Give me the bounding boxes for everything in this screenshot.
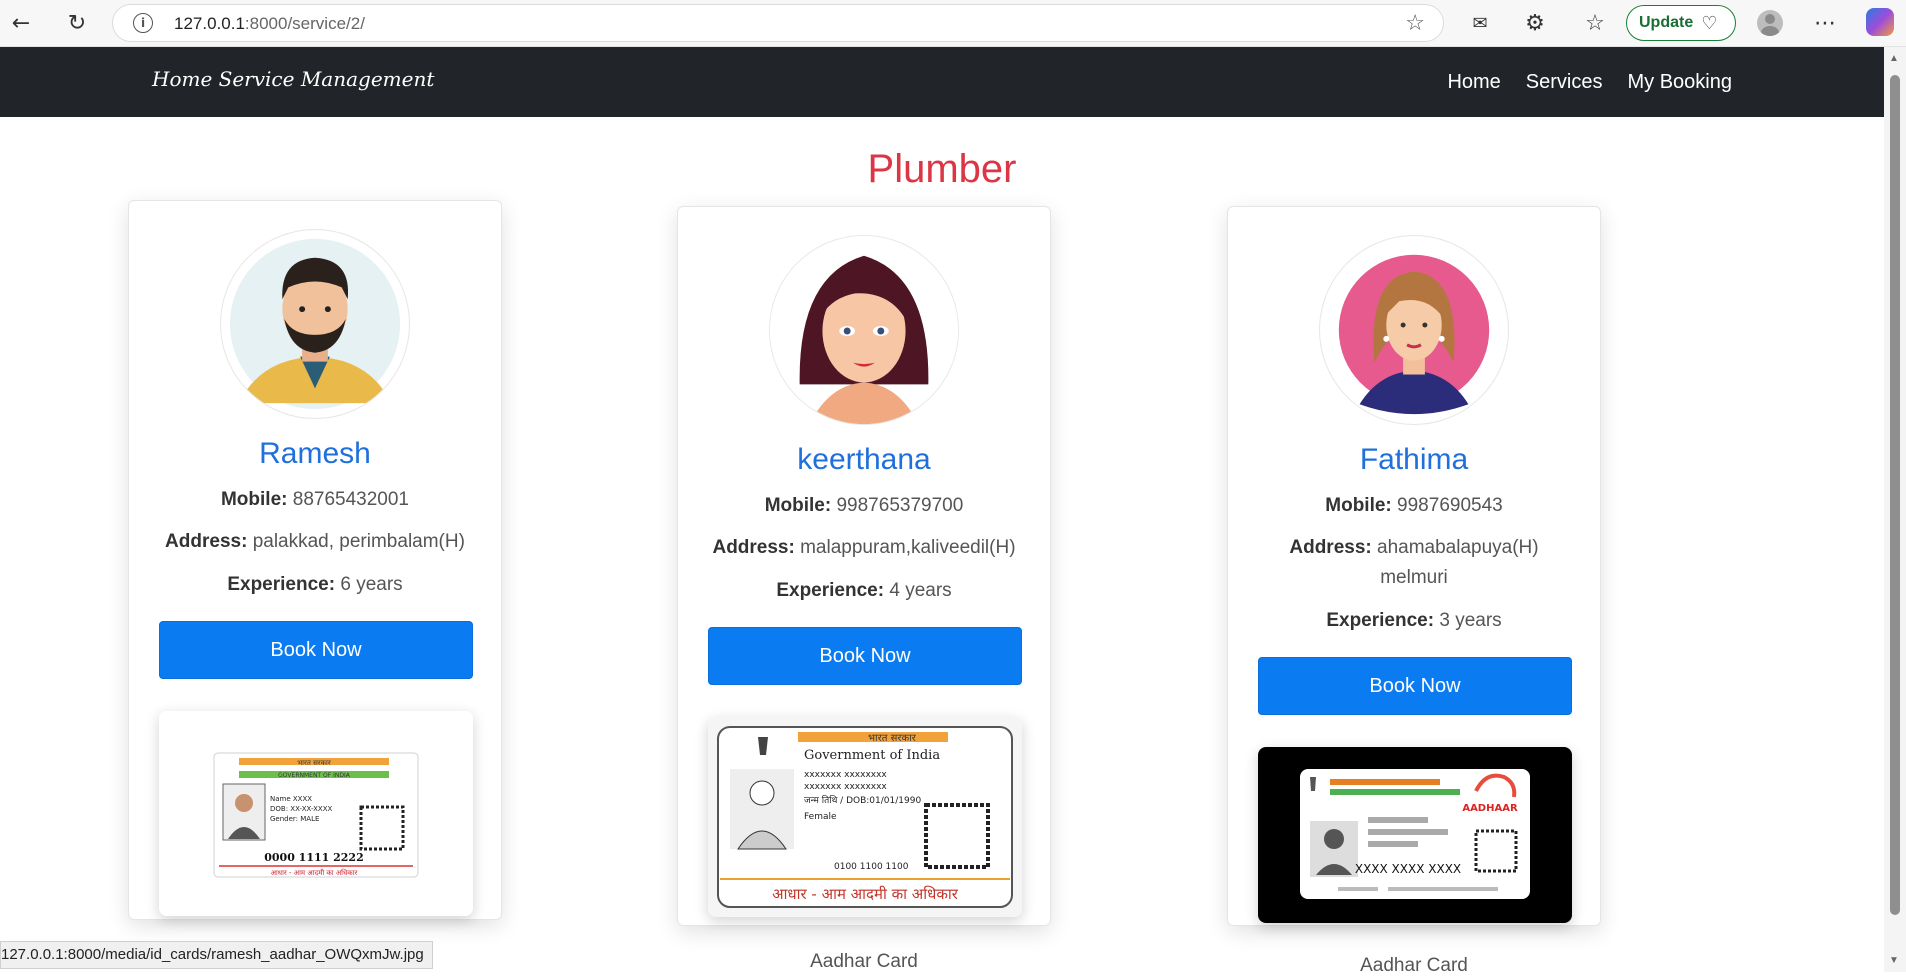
heart-icon: ♡ — [1701, 12, 1718, 34]
page-title: Plumber — [867, 147, 1017, 191]
provider-name: Ramesh — [259, 437, 371, 470]
id-line-1: xxxxxxx xxxxxxxx — [804, 770, 887, 780]
id-line-2: xxxxxxx xxxxxxxx — [804, 782, 887, 792]
id-dob: DOB: XX-XX-XXXX — [270, 805, 333, 813]
id-gov-hindi: भारत सरकार — [297, 759, 331, 767]
provider-avatar — [769, 235, 959, 425]
id-number: 0100 1100 1100 — [834, 862, 909, 872]
back-icon[interactable]: ← — [4, 6, 38, 40]
profile-avatar-icon[interactable] — [1757, 10, 1783, 36]
nav-my-booking[interactable]: My Booking — [1628, 71, 1733, 94]
nav-home[interactable]: Home — [1447, 71, 1500, 94]
id-number: 0000 1111 2222 — [264, 851, 364, 864]
brand-logo[interactable]: Home Service Management — [152, 67, 434, 91]
site-info-icon[interactable]: i — [133, 13, 153, 33]
extensions-icon[interactable]: ⚙ — [1518, 6, 1552, 40]
provider-card: keerthana Mobile: 998765379700 Address: … — [677, 206, 1051, 972]
id-card-caption: Aadhar Card — [810, 951, 918, 972]
id-name: Name XXXX — [270, 795, 312, 803]
favorites-icon[interactable]: ☆ — [1578, 6, 1612, 40]
id-card-image[interactable]: भारत सरकार GOVERNMENT OF INDIA Name XXXX… — [159, 711, 473, 916]
provider-address: Address: ahamabalapuya(H) melmuri — [1289, 537, 1539, 588]
scroll-up-icon[interactable]: ▲ — [1889, 53, 1899, 64]
address-bar[interactable]: i 127.0.0.1:8000/service/2/ ☆ — [112, 4, 1444, 42]
site-navbar: Home Service Management Home Services My… — [0, 47, 1884, 117]
status-bar-url: 127.0.0.1:8000/media/id_cards/ramesh_aad… — [0, 941, 433, 969]
book-now-button[interactable]: Book Now — [1258, 657, 1572, 715]
update-button[interactable]: Update ♡ — [1626, 5, 1736, 41]
provider-name: Fathima — [1359, 443, 1469, 476]
id-gov: GOVERNMENT OF INDIA — [278, 772, 351, 779]
id-dob: जन्म तिथि / DOB:01/01/1990 — [804, 794, 921, 806]
id-brand: AADHAAR — [1462, 803, 1518, 814]
mail-icon[interactable]: ✉ — [1463, 6, 1497, 40]
nav-services[interactable]: Services — [1526, 71, 1603, 94]
book-now-button[interactable]: Book Now — [159, 621, 473, 679]
provider-mobile: Mobile: 9987690543 — [1325, 495, 1503, 516]
provider-mobile: Mobile: 88765432001 — [220, 489, 410, 510]
id-number: XXXX XXXX XXXX — [1355, 862, 1461, 876]
provider-card: Fathima Mobile: 9987690543 Address: aham… — [1227, 206, 1601, 976]
id-slogan: आधार - आम आदमी का अधिकार — [271, 868, 358, 877]
url-text[interactable]: 127.0.0.1:8000/service/2/ — [174, 14, 365, 34]
provider-mobile: Mobile: 998765379700 — [764, 495, 964, 516]
provider-experience: Experience: 6 years — [227, 574, 403, 595]
id-gov: Government of India — [804, 748, 940, 763]
more-menu-icon[interactable]: ⋯ — [1808, 6, 1842, 40]
id-gender: Female — [804, 812, 837, 822]
provider-card: Ramesh Mobile: 88765432001 Address: pala… — [128, 200, 502, 920]
book-now-button[interactable]: Book Now — [708, 627, 1022, 685]
provider-avatar — [1319, 235, 1509, 425]
provider-address: Address: palakkad, perimbalam(H) — [165, 531, 465, 552]
favorite-star-icon[interactable]: ☆ — [1405, 11, 1425, 36]
provider-experience: Experience: 4 years — [776, 580, 952, 601]
provider-experience: Experience: 3 years — [1326, 610, 1502, 631]
page-scrollbar[interactable]: ▲ ▼ — [1884, 47, 1906, 972]
provider-name: keerthana — [797, 443, 931, 476]
id-card-image[interactable]: भारत सरकार Government of India xxxxxxx x… — [708, 717, 1022, 917]
provider-address: Address: malappuram,kaliveedil(H) — [712, 537, 1016, 558]
scroll-thumb[interactable] — [1890, 75, 1900, 915]
browser-toolbar: ← ↻ i 127.0.0.1:8000/service/2/ ☆ ✉ ⚙ ☆ … — [0, 0, 1906, 47]
id-card-caption: Aadhar Card — [1360, 955, 1468, 976]
id-gov-hindi: भारत सरकार — [868, 733, 917, 744]
id-card-image[interactable]: AADHAAR XXXX XXXX XXXX — [1258, 747, 1572, 923]
reload-icon[interactable]: ↻ — [60, 6, 94, 40]
provider-avatar — [220, 229, 410, 419]
id-gender: Gender: MALE — [270, 815, 319, 823]
id-slogan: आधार - आम आदमी का अधिकार — [772, 885, 959, 903]
scroll-down-icon[interactable]: ▼ — [1889, 955, 1899, 966]
copilot-icon[interactable] — [1866, 8, 1894, 36]
